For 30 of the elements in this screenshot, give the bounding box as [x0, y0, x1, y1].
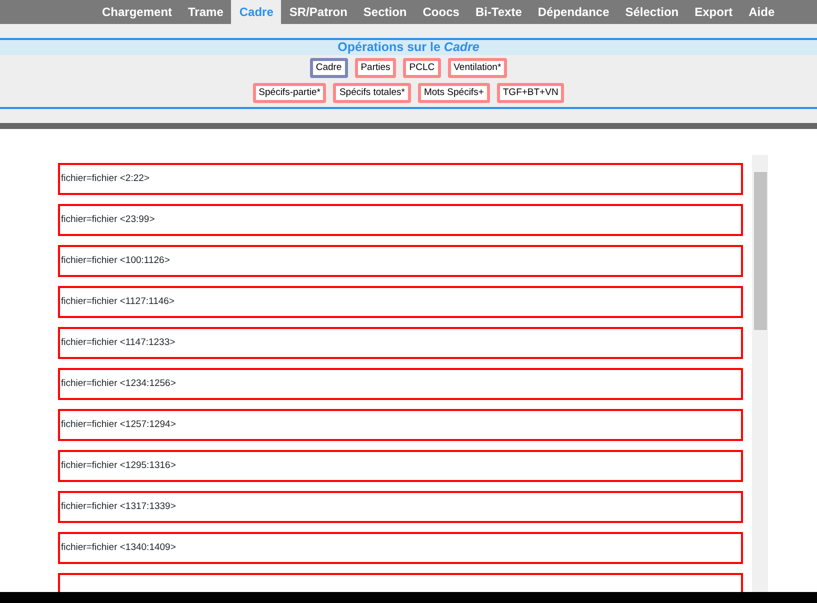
section-box[interactable]: fichier=fichier <2:22>: [58, 163, 743, 195]
nav-tab[interactable]: Section: [355, 0, 415, 24]
nav-tab[interactable]: Sélection: [617, 0, 687, 24]
operation-button[interactable]: Ventilation*: [448, 58, 508, 78]
section-box[interactable]: fichier=fichier <1234:1256>: [58, 368, 743, 400]
nav-tab[interactable]: Export: [686, 0, 741, 24]
nav-tab[interactable]: Aide: [740, 0, 783, 24]
operation-button[interactable]: Mots Spécifs+: [418, 83, 490, 103]
section-box[interactable]: fichier=fichier <1257:1294>: [58, 409, 743, 441]
panel-title: Opérations sur le Cadre: [0, 40, 817, 55]
section-box[interactable]: fichier=fichier <1127:1146>: [58, 286, 743, 318]
nav-tab[interactable]: Chargement: [94, 0, 180, 24]
section-box[interactable]: fichier=fichier <100:1126>: [58, 245, 743, 277]
section-box[interactable]: fichier=fichier <1340:1409>: [58, 532, 743, 564]
section-box[interactable]: fichier=fichier <1317:1339>: [58, 491, 743, 523]
nav-tab[interactable]: Bi-Texte: [467, 0, 530, 24]
nav-tab[interactable]: SR/Patron: [281, 0, 356, 24]
nav-tab[interactable]: Trame: [180, 0, 232, 24]
operation-button[interactable]: Cadre: [310, 58, 348, 78]
section-box[interactable]: fichier=fichier <1295:1316>: [58, 450, 743, 482]
operation-button[interactable]: Spécifs totales*: [333, 83, 411, 103]
section-box[interactable]: fichier=fichier <1147:1233>: [58, 327, 743, 359]
nav-tab[interactable]: Dépendance: [530, 0, 618, 24]
scrollbar-thumb[interactable]: [754, 172, 767, 330]
operation-button[interactable]: PCLC: [403, 58, 441, 78]
operation-button[interactable]: Spécifs-partie*: [252, 83, 326, 103]
operation-button[interactable]: TGF+BT+VN: [496, 83, 564, 103]
operation-button[interactable]: Parties: [354, 58, 396, 78]
nav-tab[interactable]: Coocs: [414, 0, 468, 24]
section-box[interactable]: fichier=fichier <23:99>: [58, 204, 743, 236]
